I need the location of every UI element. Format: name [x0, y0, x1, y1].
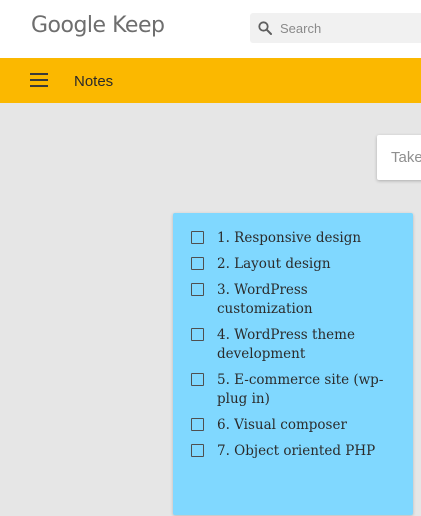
- checklist-item-text[interactable]: 2. Layout design: [217, 256, 331, 272]
- checklist-item: 5. E-commerce site (wp-plug in): [173, 371, 413, 409]
- checklist-item-text[interactable]: 3. WordPress customization: [217, 282, 313, 317]
- checklist-item: 4. WordPress theme development: [173, 326, 413, 364]
- checkbox[interactable]: [191, 283, 204, 296]
- checkbox[interactable]: [191, 418, 204, 431]
- checkbox[interactable]: [191, 231, 204, 244]
- checklist-item: 2. Layout design: [173, 255, 413, 274]
- checkbox[interactable]: [191, 328, 204, 341]
- checklist: 1. Responsive design 2. Layout design 3.…: [173, 213, 413, 461]
- checklist-item-text[interactable]: 1. Responsive design: [217, 230, 361, 246]
- search-icon: [258, 21, 272, 35]
- checklist-item: 1. Responsive design: [173, 229, 413, 248]
- take-note-input[interactable]: [391, 135, 421, 180]
- search-input[interactable]: [280, 13, 421, 43]
- checklist-item: 3. WordPress customization: [173, 281, 413, 319]
- checklist-item-text[interactable]: 7. Object oriented PHP: [217, 443, 375, 459]
- hamburger-menu-icon[interactable]: [30, 73, 48, 87]
- app-toolbar: Notes: [0, 58, 421, 103]
- take-note-box[interactable]: [377, 135, 421, 180]
- note-card[interactable]: 1. Responsive design 2. Layout design 3.…: [173, 213, 413, 515]
- checklist-item: 7. Object oriented PHP: [173, 442, 413, 461]
- checkbox[interactable]: [191, 257, 204, 270]
- checkbox[interactable]: [191, 444, 204, 457]
- app-logo[interactable]: Google Keep: [31, 13, 165, 38]
- checkbox[interactable]: [191, 373, 204, 386]
- page-title: Notes: [74, 73, 114, 90]
- checklist-item: 6. Visual composer: [173, 416, 413, 435]
- checklist-item-text[interactable]: 6. Visual composer: [217, 417, 347, 433]
- search-bar[interactable]: [250, 13, 421, 43]
- top-header: Google Keep: [0, 0, 421, 58]
- checklist-item-text[interactable]: 4. WordPress theme development: [217, 327, 355, 362]
- checklist-item-text[interactable]: 5. E-commerce site (wp-plug in): [217, 372, 383, 407]
